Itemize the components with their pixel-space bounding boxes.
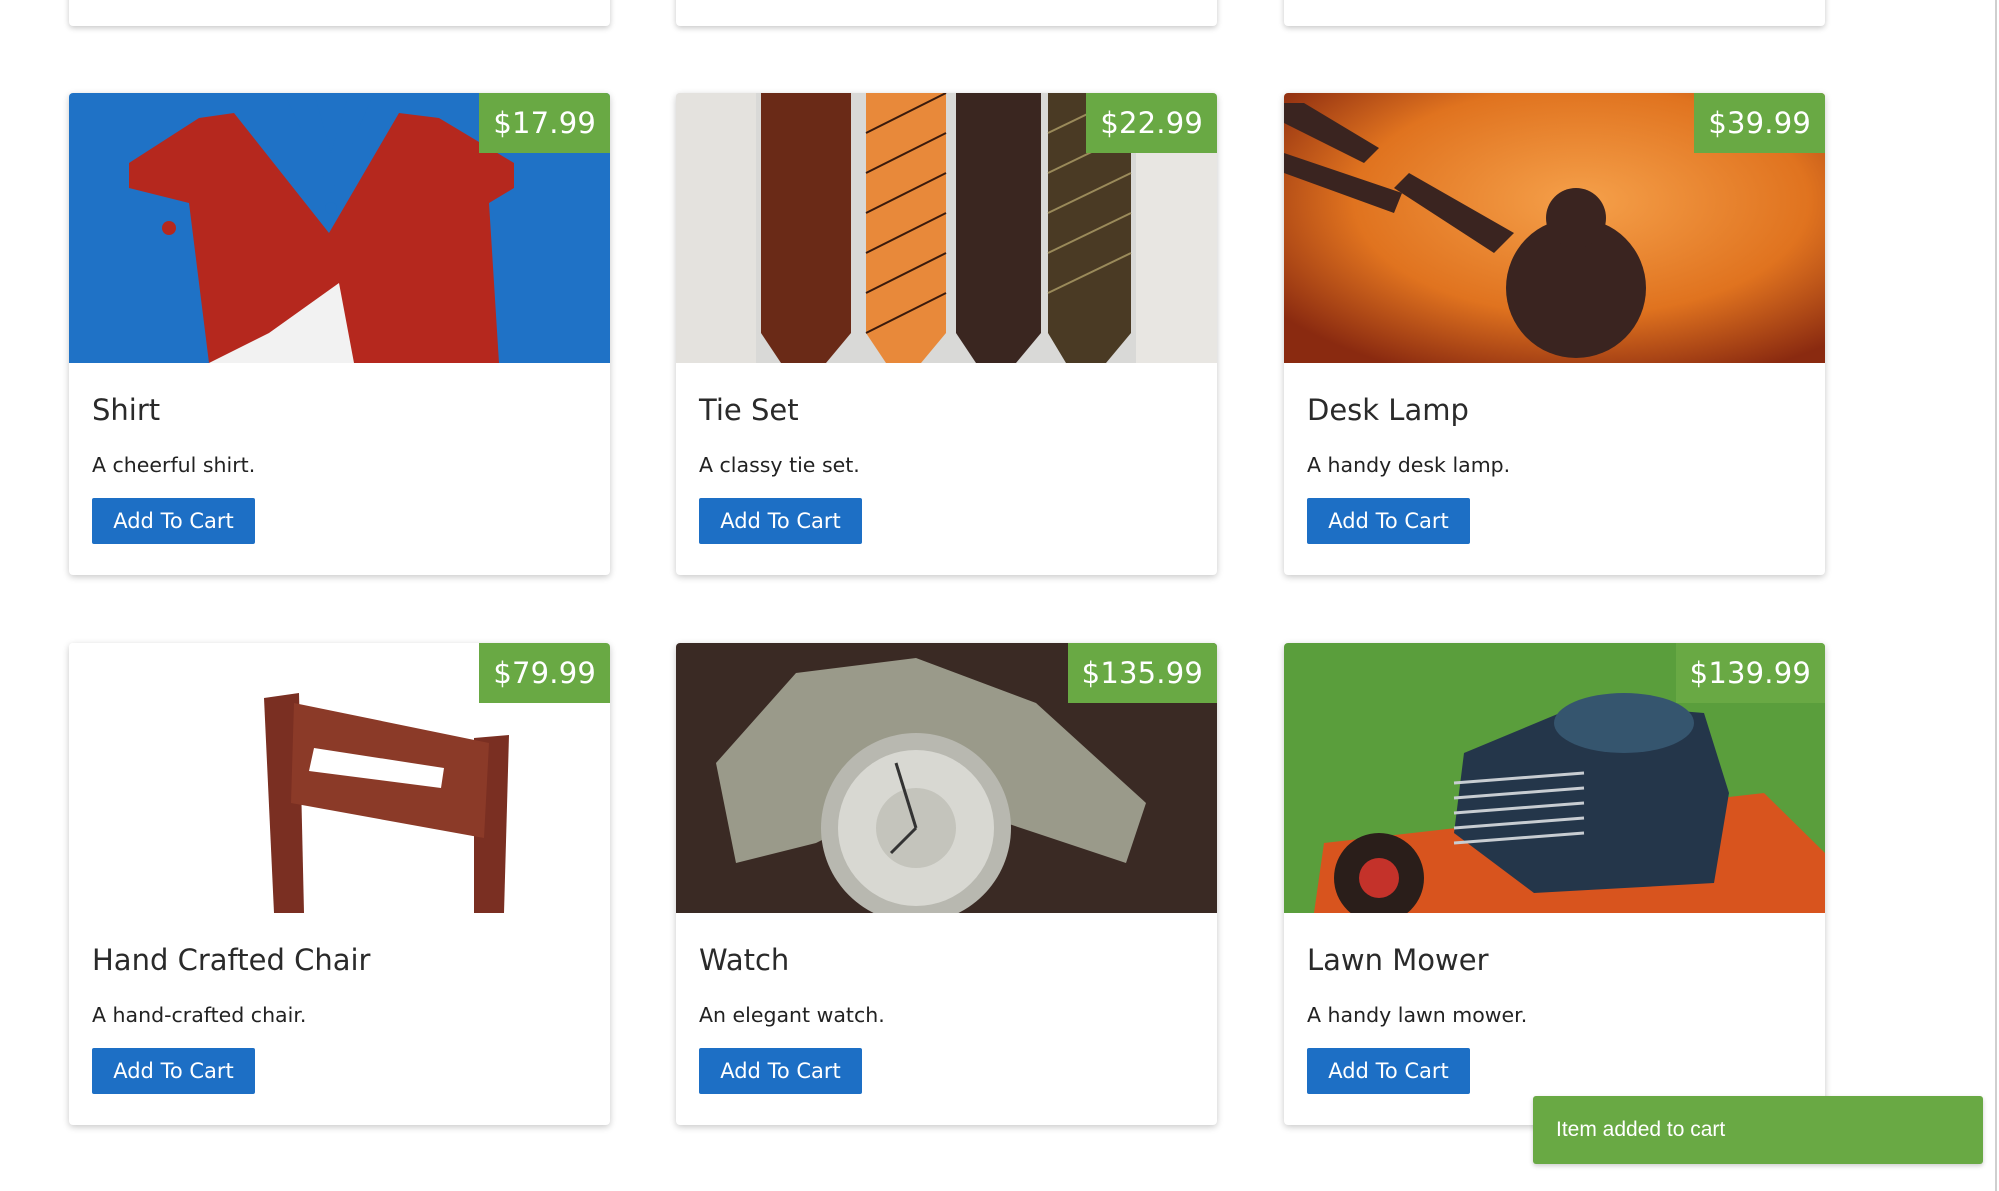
product-title: Shirt (92, 393, 161, 427)
price-badge: $39.99 (1694, 93, 1825, 153)
price-badge: $22.99 (1086, 93, 1217, 153)
add-to-cart-button[interactable]: Add To Cart (1307, 498, 1470, 544)
add-to-cart-button[interactable]: Add To Cart (699, 1048, 862, 1094)
product-card: $79.99 Hand Crafted Chair A hand-crafted… (69, 643, 610, 1125)
add-to-cart-button[interactable]: Add To Cart (92, 1048, 255, 1094)
product-description: A handy desk lamp. (1307, 453, 1511, 477)
product-title: Desk Lamp (1307, 393, 1469, 427)
product-card: $139.99 Lawn Mower A handy lawn mower. A… (1284, 643, 1825, 1125)
previous-row-card (1284, 0, 1825, 26)
product-description: A classy tie set. (699, 453, 860, 477)
toast-notification: Item added to cart (1533, 1096, 1983, 1164)
product-description: A cheerful shirt. (92, 453, 256, 477)
add-to-cart-button[interactable]: Add To Cart (1307, 1048, 1470, 1094)
product-card: $17.99 Shirt A cheerful shirt. Add To Ca… (69, 93, 610, 575)
product-title: Watch (699, 943, 790, 977)
product-card: $39.99 Desk Lamp A handy desk lamp. Add … (1284, 93, 1825, 575)
previous-row-card (69, 0, 610, 26)
price-badge: $17.99 (479, 93, 610, 153)
product-description: An elegant watch. (699, 1003, 885, 1027)
scrollbar-divider (1995, 0, 1997, 1191)
add-to-cart-button[interactable]: Add To Cart (699, 498, 862, 544)
price-badge: $139.99 (1675, 643, 1825, 703)
product-description: A hand-crafted chair. (92, 1003, 307, 1027)
product-title: Tie Set (699, 393, 799, 427)
add-to-cart-button[interactable]: Add To Cart (92, 498, 255, 544)
previous-row-card (676, 0, 1217, 26)
product-grid-page: $17.99 Shirt A cheerful shirt. Add To Ca… (0, 0, 1999, 1191)
price-badge: $135.99 (1067, 643, 1217, 703)
product-title: Lawn Mower (1307, 943, 1489, 977)
product-description: A handy lawn mower. (1307, 1003, 1528, 1027)
product-title: Hand Crafted Chair (92, 943, 371, 977)
product-card: $135.99 Watch An elegant watch. Add To C… (676, 643, 1217, 1125)
product-card: $22.99 Tie Set A classy tie set. Add To … (676, 93, 1217, 575)
price-badge: $79.99 (479, 643, 610, 703)
